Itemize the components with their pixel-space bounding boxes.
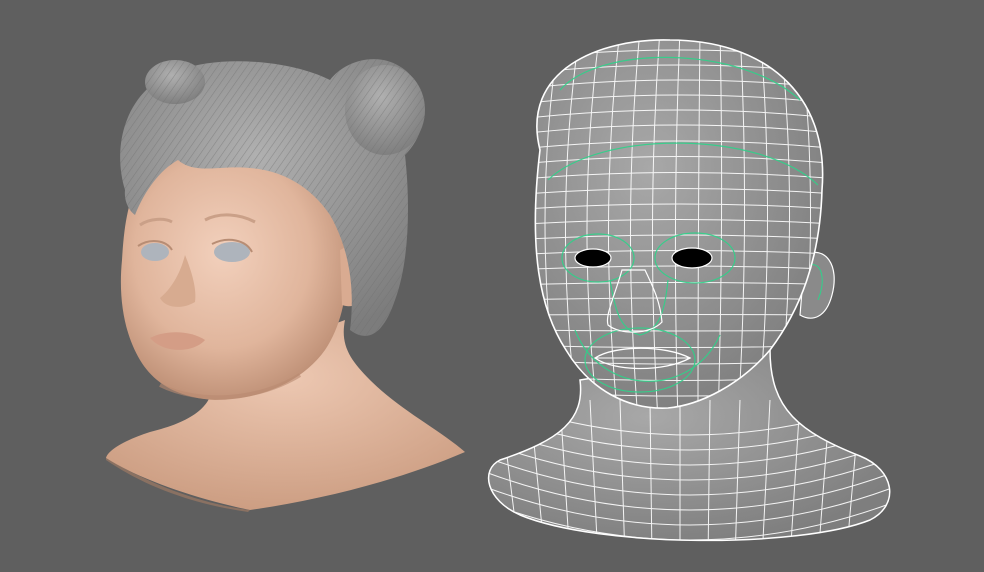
viewport bbox=[0, 0, 984, 572]
wireframe-eye-hole-right bbox=[671, 247, 713, 269]
shaded-head-model bbox=[106, 59, 465, 512]
shaded-eye-left bbox=[141, 243, 169, 261]
render-canvas bbox=[106, 39, 891, 542]
wireframe-eye-hole-left bbox=[574, 248, 612, 268]
wireframe-head-model bbox=[487, 39, 891, 542]
